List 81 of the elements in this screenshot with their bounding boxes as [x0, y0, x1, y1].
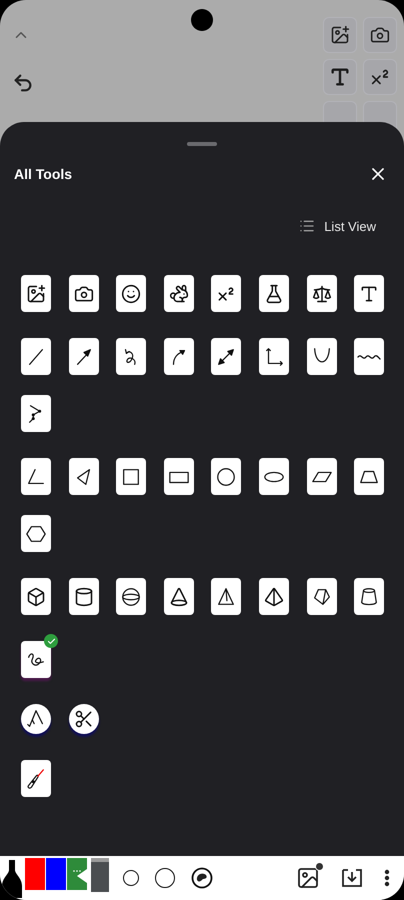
tool-button[interactable]	[68, 578, 99, 615]
flask-icon	[264, 284, 284, 304]
download-icon	[340, 866, 364, 890]
small-size-icon[interactable]	[123, 870, 139, 886]
tool-button[interactable]	[258, 338, 289, 375]
color-swatch[interactable]	[67, 858, 87, 891]
tool-button[interactable]	[68, 704, 99, 734]
rabbit-icon	[168, 284, 189, 304]
tool-button[interactable]	[21, 458, 51, 495]
undo-icon[interactable]	[12, 72, 34, 94]
scale-icon	[312, 284, 332, 304]
tool-button[interactable]	[21, 578, 51, 615]
drag-handle[interactable]	[187, 142, 217, 146]
more-button[interactable]	[384, 869, 390, 887]
tool-button[interactable]	[306, 275, 337, 312]
list-view-button[interactable]: List View	[299, 218, 376, 234]
tool-button[interactable]	[306, 458, 337, 495]
scissors-icon	[74, 709, 94, 729]
tool-button[interactable]	[21, 275, 51, 312]
tool-button[interactable]	[258, 578, 289, 615]
tool-button[interactable]	[211, 578, 242, 615]
tool-button[interactable]	[116, 338, 146, 375]
tool-button[interactable]	[68, 275, 99, 312]
tool-button[interactable]	[258, 275, 289, 312]
tool-button[interactable]	[211, 458, 242, 495]
more-icon	[384, 869, 390, 887]
sheet-title: All Tools	[14, 166, 72, 182]
marker[interactable]	[91, 858, 109, 892]
pyramid-icon	[264, 586, 284, 606]
tool-button[interactable]	[164, 458, 194, 495]
tool-button[interactable]	[306, 578, 337, 615]
tool-button[interactable]	[258, 458, 289, 495]
tool-button[interactable]	[21, 515, 51, 552]
tool-button[interactable]	[68, 458, 99, 495]
image-icon	[296, 866, 320, 890]
text-button[interactable]	[324, 60, 356, 94]
camera-notch	[191, 9, 213, 31]
laser-pointer-icon	[25, 768, 47, 790]
tool-button[interactable]	[164, 578, 194, 615]
cylinder-icon	[74, 586, 94, 606]
tool-button[interactable]	[21, 395, 51, 432]
camera-icon	[74, 284, 94, 304]
tool-button[interactable]	[354, 338, 384, 375]
tool-button[interactable]	[211, 338, 242, 375]
tool-button[interactable]	[354, 578, 384, 615]
tool-button[interactable]	[21, 338, 51, 375]
smiley-icon	[121, 284, 142, 304]
tool-button[interactable]	[164, 338, 194, 375]
list-icon	[299, 218, 316, 234]
brush-size-icon[interactable]	[191, 867, 213, 889]
check-badge-icon	[44, 634, 58, 648]
tool-button[interactable]	[354, 458, 384, 495]
superscript-button[interactable]	[364, 60, 396, 94]
camera-button[interactable]	[364, 18, 396, 52]
sphere-icon	[120, 586, 142, 608]
image-add-icon	[330, 25, 350, 45]
pen-icon[interactable]	[0, 858, 24, 898]
tool-button[interactable]	[116, 275, 146, 312]
color-swatch[interactable]	[25, 858, 45, 891]
tool-button[interactable]	[116, 578, 146, 615]
tool-button[interactable]	[164, 275, 194, 312]
image-add-button[interactable]	[324, 18, 356, 52]
tool-button[interactable]	[68, 338, 99, 375]
tool-button[interactable]	[354, 275, 384, 312]
camera-icon	[370, 25, 390, 45]
tool-button[interactable]	[306, 338, 337, 375]
cone-icon	[168, 586, 189, 606]
circle-icon	[215, 466, 238, 488]
tool-button[interactable]	[21, 704, 51, 734]
color-swatch[interactable]	[46, 858, 66, 891]
cube-icon	[26, 586, 46, 606]
text-icon	[329, 66, 351, 88]
tool-button[interactable]	[21, 760, 51, 797]
notification-dot	[315, 862, 324, 871]
tool-button[interactable]	[211, 275, 242, 312]
tool-button[interactable]	[116, 458, 146, 495]
image-add-icon	[26, 284, 46, 304]
download-button[interactable]	[340, 866, 364, 890]
tool-button[interactable]	[21, 641, 51, 678]
text-icon	[359, 284, 380, 304]
medium-size-icon[interactable]	[155, 868, 175, 888]
